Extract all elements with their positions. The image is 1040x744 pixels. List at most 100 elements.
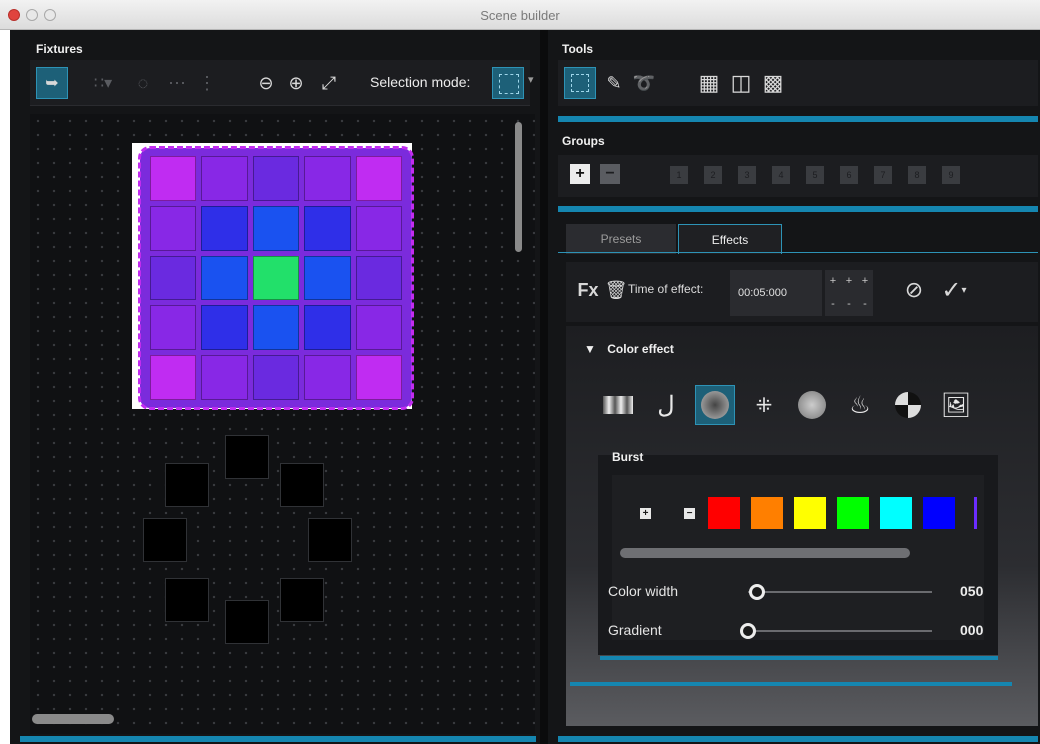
matrix-cell[interactable]: [201, 205, 248, 251]
sphere-effect-button[interactable]: [792, 385, 832, 425]
fit-screen-button[interactable]: ⤢: [314, 68, 344, 98]
ring-fixture[interactable]: [308, 518, 352, 562]
matrix-cell[interactable]: [355, 255, 402, 301]
matrix-cell[interactable]: [355, 205, 402, 251]
selection-tool-button[interactable]: [564, 67, 596, 99]
matrix-fixture[interactable]: [140, 148, 412, 408]
matrix-cell[interactable]: [201, 355, 248, 400]
clear-effect-button[interactable]: ⊘: [900, 276, 928, 304]
minus-icon: −: [605, 165, 615, 182]
group-button[interactable]: 1: [670, 166, 688, 184]
matrix-cell[interactable]: [304, 305, 351, 351]
matrix-cell[interactable]: [252, 205, 300, 251]
color-swatch[interactable]: [837, 497, 869, 529]
gradient-slider[interactable]: [748, 630, 932, 632]
group-button[interactable]: 7: [874, 166, 892, 184]
decrement-button[interactable]: -: [841, 293, 857, 316]
selection-mode-dropdown[interactable]: [492, 67, 524, 99]
matrix-cell[interactable]: [201, 156, 248, 201]
time-stepper[interactable]: + + + - - -: [825, 270, 873, 316]
matrix-cell[interactable]: [304, 205, 351, 251]
matrix-cell[interactable]: [150, 305, 197, 351]
group-button[interactable]: 4: [772, 166, 790, 184]
fill-tool-button[interactable]: ➰: [630, 68, 658, 98]
increment-button[interactable]: +: [825, 270, 841, 293]
canvas-horizontal-scrollbar[interactable]: [32, 714, 114, 724]
dots-effect-button[interactable]: ⁜: [744, 385, 784, 425]
color-swatch[interactable]: [708, 497, 740, 529]
matrix-cell[interactable]: [150, 156, 197, 201]
matrix-cell[interactable]: [304, 255, 351, 301]
matrix-cell[interactable]: [201, 305, 248, 351]
matrix-cell[interactable]: [355, 156, 402, 201]
group-button[interactable]: 5: [806, 166, 824, 184]
matrix-cell[interactable]: [252, 305, 300, 351]
layout-hollow-button[interactable]: ◫: [726, 68, 756, 98]
increment-button[interactable]: +: [857, 270, 873, 293]
increment-button[interactable]: +: [841, 270, 857, 293]
add-effect-button[interactable]: F​x: [576, 277, 600, 303]
matrix-cell[interactable]: [355, 355, 402, 400]
matrix-cell[interactable]: [150, 255, 197, 301]
add-group-button[interactable]: +: [570, 164, 590, 184]
color-swatch[interactable]: [751, 497, 783, 529]
color-effect-section[interactable]: ▼ Color effect: [584, 342, 674, 356]
matrix-cell[interactable]: [252, 355, 300, 400]
quarter-circle-effect-button[interactable]: [888, 385, 928, 425]
decrement-button[interactable]: -: [825, 293, 841, 316]
matrix-cell[interactable]: [150, 205, 197, 251]
matrix-cell[interactable]: [201, 255, 248, 301]
pencil-tool-button[interactable]: ✎: [600, 68, 628, 98]
matrix-cell[interactable]: [252, 255, 300, 301]
burst-horizontal-scrollbar[interactable]: [620, 548, 910, 558]
ring-fixture[interactable]: [225, 435, 269, 479]
fixtures-panel: Fixtures ➥ ∷▾ ◌ ⋯ ⋮ ⊖ ⊕ ⤢ Selection mode…: [10, 30, 544, 744]
ring-fixture[interactable]: [280, 463, 324, 507]
color-swatch[interactable]: [923, 497, 955, 529]
spiral-effect-button[interactable]: ل: [646, 385, 686, 425]
apply-effect-button[interactable]: ✓ ▾: [934, 276, 974, 304]
horizontal-dots-tool-button[interactable]: ⋯: [162, 68, 192, 98]
group-button[interactable]: 2: [704, 166, 722, 184]
pointer-tool-button[interactable]: ➥: [36, 67, 68, 99]
zoom-in-button[interactable]: ⊕: [282, 68, 310, 98]
image-effect-button[interactable]: 🖼: [936, 385, 976, 425]
ring-fixture[interactable]: [280, 578, 324, 622]
color-swatch[interactable]: [880, 497, 912, 529]
burst-effect-button[interactable]: [695, 385, 735, 425]
fire-effect-button[interactable]: ♨: [840, 385, 880, 425]
decrement-button[interactable]: -: [857, 293, 873, 316]
group-button[interactable]: 8: [908, 166, 926, 184]
color-swatch[interactable]: [794, 497, 826, 529]
layout-2x2-button[interactable]: ▦: [694, 68, 724, 98]
matrix-cell[interactable]: [304, 156, 351, 201]
tab-presets[interactable]: Presets: [566, 224, 676, 254]
vertical-dots-tool-button[interactable]: ⋮: [196, 68, 218, 98]
ring-fixture[interactable]: [165, 463, 209, 507]
remove-color-button[interactable]: −: [684, 508, 695, 519]
group-button[interactable]: 3: [738, 166, 756, 184]
grid-dots-tool-button[interactable]: ∷▾: [86, 68, 120, 98]
ring-fixture[interactable]: [143, 518, 187, 562]
remove-group-button[interactable]: −: [600, 164, 620, 184]
title-bar: Scene builder: [0, 0, 1040, 30]
gradient-slider-handle[interactable]: [740, 623, 756, 639]
matrix-cell[interactable]: [252, 156, 300, 201]
zoom-out-button[interactable]: ⊖: [252, 68, 280, 98]
ring-fixture[interactable]: [165, 578, 209, 622]
matrix-cell[interactable]: [355, 305, 402, 351]
tab-effects[interactable]: Effects: [678, 224, 782, 254]
delete-effect-button[interactable]: 🗑: [604, 277, 628, 303]
ring-fixture[interactable]: [225, 600, 269, 644]
matrix-cell[interactable]: [150, 355, 197, 400]
gradient-bars-effect-button[interactable]: [598, 385, 638, 425]
group-button[interactable]: 6: [840, 166, 858, 184]
group-button[interactable]: 9: [942, 166, 960, 184]
matrix-cell[interactable]: [304, 355, 351, 400]
canvas-vertical-scrollbar[interactable]: [515, 122, 522, 252]
layout-mixed-button[interactable]: ▩: [758, 68, 788, 98]
color-width-slider[interactable]: [748, 591, 932, 593]
circle-dots-tool-button[interactable]: ◌: [128, 68, 158, 98]
time-of-effect-input[interactable]: 00:05:000: [730, 270, 822, 316]
add-color-button[interactable]: +: [640, 508, 651, 519]
